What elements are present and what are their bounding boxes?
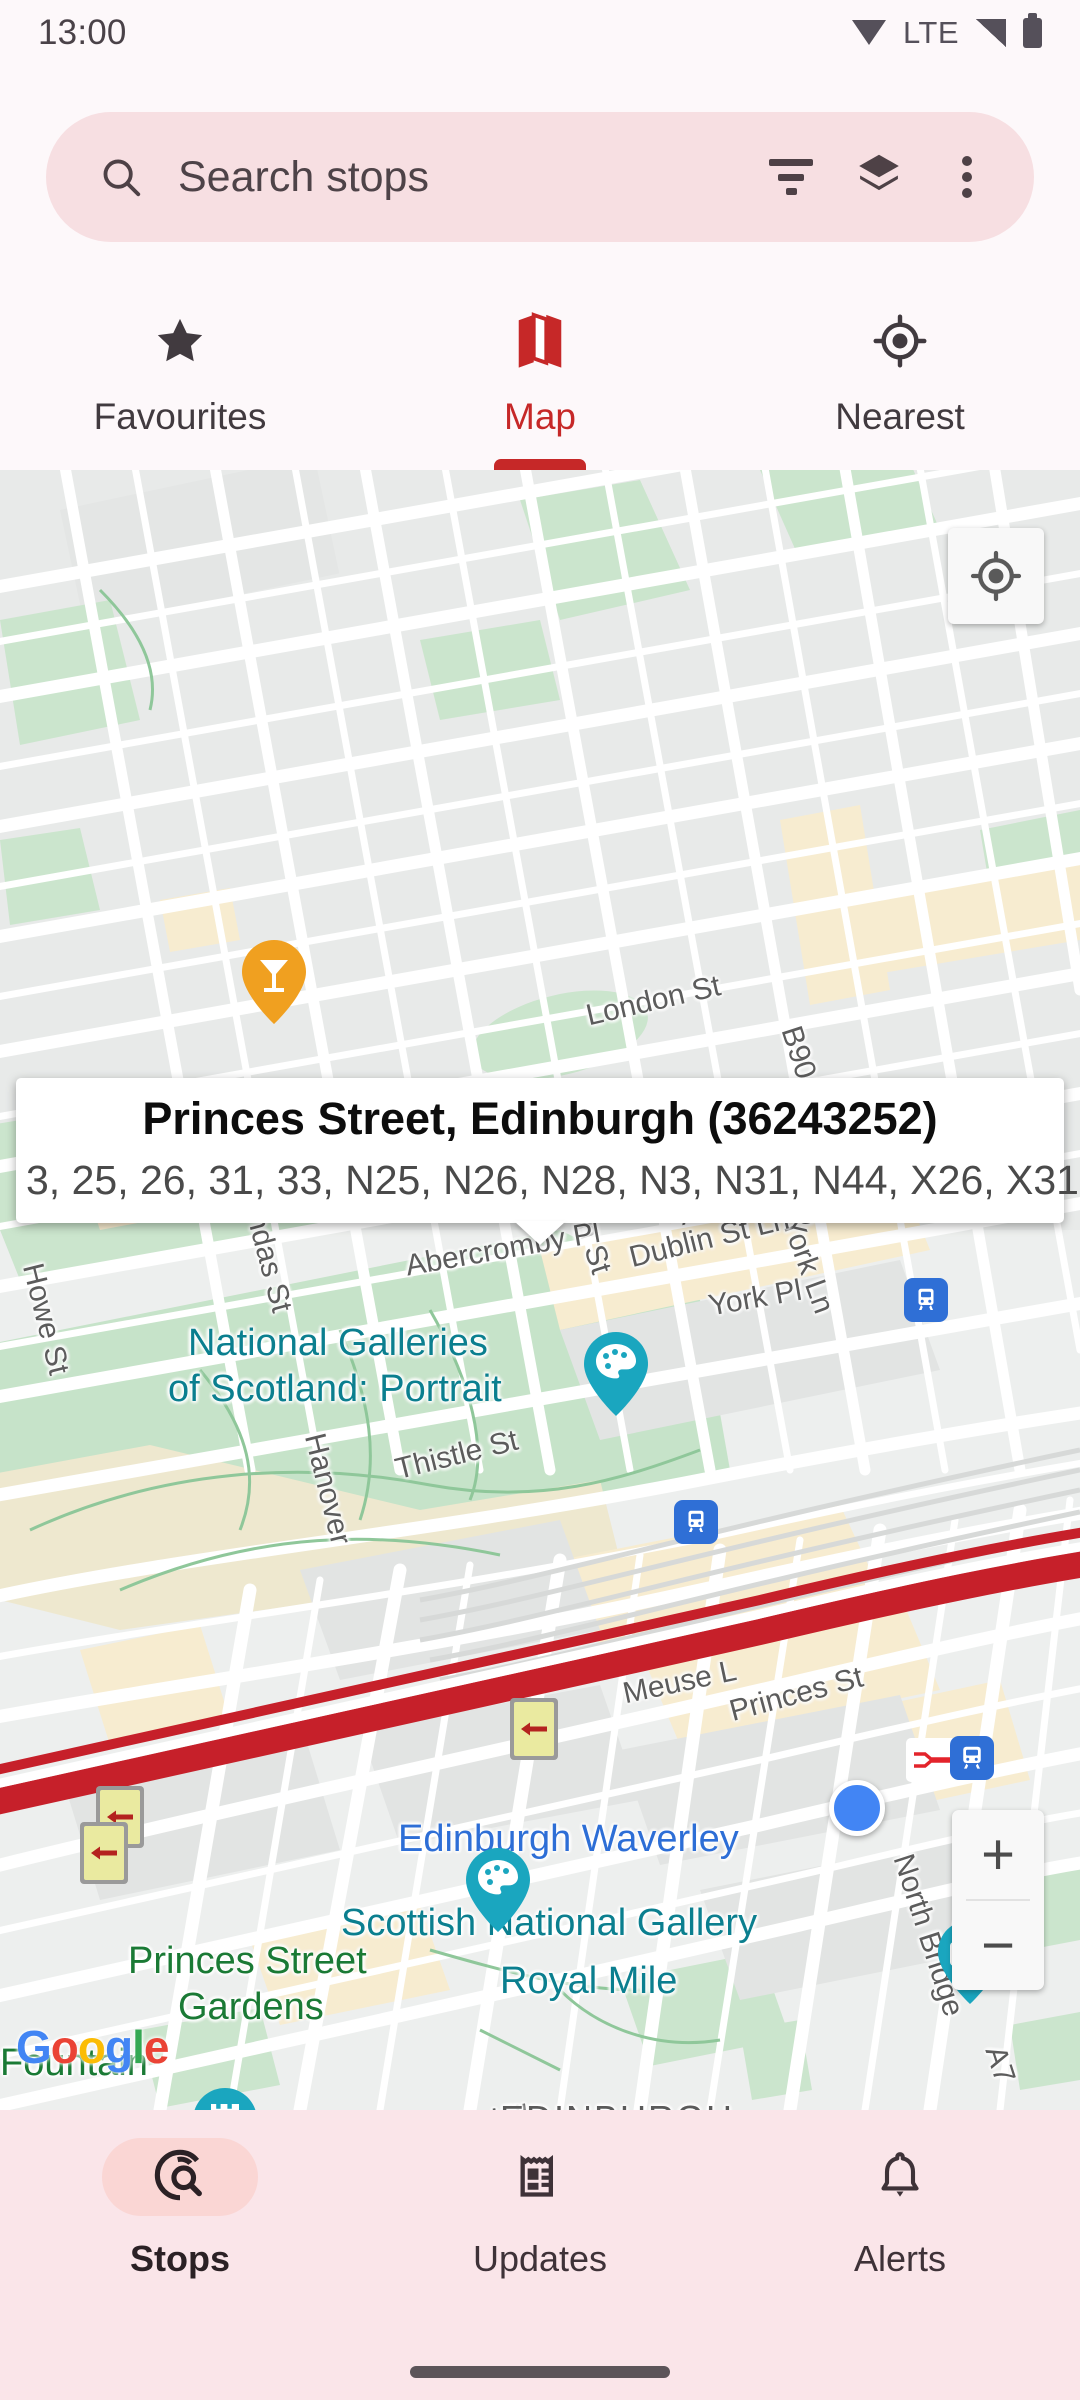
map-layers-button[interactable] [848, 146, 910, 208]
map-icon [513, 310, 567, 372]
app-screen: 13:00 LTE Search stops Favourites Map Ne… [0, 0, 1080, 2400]
newspaper-icon [514, 2149, 566, 2206]
battery-icon [1023, 13, 1042, 48]
place-label: Gardens [178, 1986, 324, 2028]
place-label: Scottish National Gallery [341, 1902, 758, 1944]
status-bar: 13:00 LTE [0, 0, 1080, 66]
one-way-sign [80, 1822, 128, 1884]
zoom-out-button[interactable]: − [952, 1901, 1044, 1990]
my-location-button[interactable] [948, 528, 1044, 624]
my-location-dot [829, 1780, 885, 1836]
tab-map[interactable]: Map [360, 282, 720, 472]
one-way-sign [510, 1698, 558, 1760]
zoom-controls: + − [952, 1810, 1044, 1990]
stop-info-card[interactable]: Princes Street, Edinburgh (36243252) 3, … [16, 1078, 1080, 1245]
art-gallery-pin[interactable] [584, 1332, 648, 1416]
art-gallery-pin[interactable] [466, 1848, 530, 1932]
stop-search-icon [152, 2147, 208, 2208]
nav-stops-label: Stops [129, 2238, 230, 2279]
bus-stop-icon[interactable] [674, 1500, 718, 1544]
wifi-icon [851, 20, 886, 46]
tab-favourites-label: Favourites [93, 396, 267, 437]
left-arrow-icon [514, 1702, 554, 1756]
place-label: Princes Street [128, 1940, 367, 1982]
info-card-pointer [514, 1220, 566, 1245]
place-label: EDINBURGH [500, 2098, 734, 2110]
search-input[interactable]: Search stops [178, 153, 734, 202]
nav-item-alerts[interactable]: Alerts [720, 2110, 1080, 2342]
crosshair-icon [872, 310, 928, 372]
network-type-label: LTE [902, 15, 959, 50]
tab-favourites[interactable]: Favourites [0, 282, 360, 472]
bell-icon [874, 2149, 926, 2206]
left-arrow-icon [84, 1826, 124, 1880]
overflow-menu-icon [962, 156, 972, 198]
tab-nearest-label: Nearest [835, 396, 965, 437]
star-icon [152, 310, 208, 372]
home-indicator[interactable] [410, 2366, 670, 2378]
castle-pin[interactable] [193, 2088, 257, 2110]
stop-routes: 3, 25, 26, 31, 33, N25, N26, N28, N3, N3… [26, 1156, 1080, 1203]
bus-stop-icon[interactable] [904, 1278, 948, 1322]
place-label: National Galleries [188, 1322, 488, 1364]
overflow-menu-button[interactable] [936, 146, 998, 208]
bottom-navigation: Stops Updates Alerts [0, 2110, 1080, 2400]
search-icon [98, 154, 144, 200]
nav-updates-label: Updates [472, 2238, 608, 2279]
place-label: of Scotland: Portrait [168, 1368, 502, 1410]
tab-nearest[interactable]: Nearest [720, 282, 1080, 472]
stop-name: Princes Street, Edinburgh (36243252) [142, 1093, 938, 1144]
train-station-icon[interactable] [950, 1736, 994, 1780]
nav-item-updates[interactable]: Updates [360, 2110, 720, 2342]
nav-updates-pill [462, 2138, 618, 2216]
nav-item-stops[interactable]: Stops [0, 2110, 360, 2342]
status-clock: 13:00 [38, 13, 127, 52]
filter-icon [769, 159, 813, 195]
primary-tabs: Favourites Map Nearest [0, 282, 1080, 472]
nav-alerts-label: Alerts [853, 2238, 947, 2279]
place-label: Edinburgh Waverley [398, 1818, 739, 1860]
bar-pin[interactable] [242, 940, 306, 1024]
nav-alerts-pill [822, 2138, 978, 2216]
status-icons: LTE [851, 13, 1042, 51]
filter-button[interactable] [760, 146, 822, 208]
layers-icon [852, 148, 906, 207]
search-bar[interactable]: Search stops [46, 112, 1034, 242]
zoom-in-button[interactable]: + [952, 1810, 1044, 1899]
nav-stops-pill [102, 2138, 258, 2216]
google-attribution: Google [16, 2021, 169, 2073]
map-view[interactable]: London StB901Barony StForth StGreat King… [0, 470, 1080, 2110]
tab-map-label: Map [504, 396, 576, 437]
place-label: Royal Mile [500, 1960, 678, 2002]
signal-icon [976, 19, 1006, 47]
